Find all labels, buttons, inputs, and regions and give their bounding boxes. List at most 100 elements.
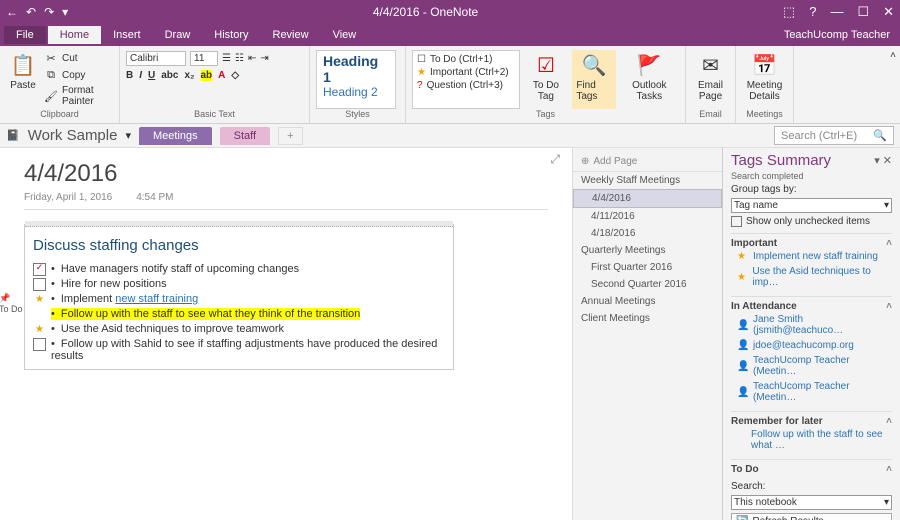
page-canvas[interactable]: 4/4/2016 Friday, April 1, 20164:54 PM Di… bbox=[0, 148, 572, 520]
page-group[interactable]: Annual Meetings bbox=[573, 293, 722, 310]
numbering-icon[interactable]: ☷ bbox=[235, 53, 244, 64]
tag-gallery[interactable]: ☐To Do (Ctrl+1) ★Important (Ctrl+2) ?Que… bbox=[412, 50, 520, 109]
page-title[interactable]: 4/4/2016 bbox=[24, 160, 548, 188]
note-item[interactable]: ★Use the Asid techniques to improve team… bbox=[33, 322, 445, 337]
add-page-button[interactable]: ⊕Add Page bbox=[573, 152, 722, 172]
fullscreen-icon[interactable]: ⤢ bbox=[550, 152, 560, 167]
page-item[interactable]: 4/4/2016 bbox=[573, 189, 722, 208]
refresh-results-button[interactable]: 🔄Refresh Results bbox=[731, 513, 892, 520]
note-item[interactable]: Follow up with the staff to see what the… bbox=[33, 307, 445, 322]
page-group[interactable]: Weekly Staff Meetings bbox=[573, 172, 722, 189]
tab-review[interactable]: Review bbox=[261, 26, 321, 44]
email-page-button[interactable]: ✉Email Page bbox=[692, 50, 729, 109]
ribbon-options-icon[interactable]: ⬚ bbox=[783, 4, 795, 20]
italic-button[interactable]: I bbox=[139, 70, 142, 81]
page-item[interactable]: First Quarter 2016 bbox=[573, 259, 722, 276]
page-group[interactable]: Client Meetings bbox=[573, 310, 722, 327]
note-heading[interactable]: Discuss staffing changes bbox=[33, 237, 445, 254]
section-tab-staff[interactable]: Staff bbox=[220, 127, 270, 145]
tag-section-header[interactable]: Remember for later˄ bbox=[731, 411, 892, 427]
note-item[interactable]: Follow up with Sahid to see if staffing … bbox=[33, 337, 445, 363]
notebook-name[interactable]: Work Sample bbox=[28, 127, 118, 144]
close-icon[interactable]: ✕ bbox=[883, 4, 894, 20]
styles-gallery[interactable]: Heading 1 Heading 2 bbox=[316, 50, 396, 109]
help-icon[interactable]: ? bbox=[809, 4, 816, 20]
page-item[interactable]: 4/18/2016 bbox=[573, 225, 722, 242]
todo-tag-button[interactable]: ☑To Do Tag bbox=[524, 50, 569, 109]
notebook-icon[interactable]: 📓 bbox=[6, 129, 20, 142]
note-item[interactable]: 📌To Do★Implement new staff training bbox=[33, 292, 445, 307]
search-input[interactable]: Search (Ctrl+E)🔍 bbox=[774, 126, 894, 145]
tag-section-header[interactable]: To Do˄ bbox=[731, 459, 892, 475]
tag-result-icon: ★ bbox=[737, 272, 748, 283]
checkbox-icon[interactable] bbox=[33, 278, 46, 291]
paste-icon: 📋 bbox=[10, 52, 36, 78]
page-group[interactable]: Quarterly Meetings bbox=[573, 242, 722, 259]
copy-button[interactable]: ⧉Copy bbox=[44, 67, 113, 83]
back-icon[interactable]: ← bbox=[6, 5, 18, 19]
user-label[interactable]: TeachUcomp Teacher bbox=[784, 29, 900, 41]
pane-dropdown-icon[interactable]: ▾ bbox=[874, 155, 880, 167]
file-tab[interactable]: File bbox=[4, 26, 46, 44]
container-handle[interactable] bbox=[25, 221, 453, 227]
tag-section-header[interactable]: In Attendance˄ bbox=[731, 296, 892, 312]
font-size-select[interactable]: 11 bbox=[190, 51, 218, 66]
scope-select[interactable]: This notebook ▾ bbox=[731, 495, 892, 510]
find-tags-button[interactable]: 🔍Find Tags bbox=[572, 50, 615, 109]
tag-result[interactable]: 👤TeachUcomp Teacher (Meetin… bbox=[731, 379, 892, 405]
maximize-icon[interactable]: ☐ bbox=[857, 4, 869, 20]
cut-button[interactable]: ✂Cut bbox=[44, 50, 113, 66]
search-label: Search: bbox=[731, 481, 892, 492]
tag-result[interactable]: 👤Jane Smith (jsmith@teachuco… bbox=[731, 312, 892, 338]
tag-result[interactable]: Follow up with the staff to see what … bbox=[731, 427, 892, 453]
tab-history[interactable]: History bbox=[202, 26, 260, 44]
tab-draw[interactable]: Draw bbox=[153, 26, 203, 44]
page-item[interactable]: Second Quarter 2016 bbox=[573, 276, 722, 293]
tags-summary-pane: Tags Summary▾ ✕ Search completed Group t… bbox=[722, 148, 900, 520]
section-tab-meetings[interactable]: Meetings bbox=[139, 127, 212, 145]
tab-insert[interactable]: Insert bbox=[101, 26, 153, 44]
tab-home[interactable]: Home bbox=[48, 26, 101, 44]
tag-section-header[interactable]: Important˄ bbox=[731, 233, 892, 249]
add-section-button[interactable]: + bbox=[278, 127, 302, 145]
undo-icon[interactable]: ↶ bbox=[26, 5, 36, 19]
note-item[interactable]: Hire for new positions bbox=[33, 277, 445, 292]
paste-button[interactable]: 📋Paste bbox=[6, 50, 40, 109]
minimize-icon[interactable]: — bbox=[830, 4, 843, 20]
strike-button[interactable]: abc bbox=[161, 70, 178, 81]
titlebar: ← ↶ ↷ ▾ 4/4/2016 - OneNote ⬚ ? — ☐ ✕ bbox=[0, 0, 900, 24]
tab-view[interactable]: View bbox=[321, 26, 369, 44]
underline-button[interactable]: U bbox=[148, 70, 155, 81]
tag-result[interactable]: 👤TeachUcomp Teacher (Meetin… bbox=[731, 353, 892, 379]
note-container[interactable]: Discuss staffing changes Have managers n… bbox=[24, 224, 454, 370]
notebook-dropdown-icon[interactable]: ▾ bbox=[125, 129, 131, 142]
page-item[interactable]: 4/11/2016 bbox=[573, 208, 722, 225]
pane-close-icon[interactable]: ✕ bbox=[883, 155, 892, 167]
unchecked-checkbox[interactable] bbox=[731, 216, 742, 227]
groupby-select[interactable]: Tag name ▾ bbox=[731, 198, 892, 213]
tag-result[interactable]: ★Implement new staff training bbox=[731, 249, 892, 264]
fontcolor-button[interactable]: A bbox=[218, 70, 225, 81]
subscript-button[interactable]: x₂ bbox=[184, 70, 194, 81]
font-name-select[interactable]: Calibri bbox=[126, 51, 186, 66]
format-painter-button[interactable]: 🖌Format Painter bbox=[44, 84, 113, 108]
checkbox-icon[interactable] bbox=[33, 338, 46, 351]
tag-result[interactable]: ★Use the Asid techniques to imp… bbox=[731, 264, 892, 290]
outlook-tasks-button[interactable]: 🚩Outlook Tasks bbox=[620, 50, 679, 109]
clear-format-button[interactable]: ◇ bbox=[231, 70, 239, 81]
outdent-icon[interactable]: ⇥ bbox=[260, 53, 268, 64]
redo-icon[interactable]: ↷ bbox=[44, 5, 54, 19]
bullets-icon[interactable]: ☰ bbox=[222, 53, 231, 64]
bold-button[interactable]: B bbox=[126, 70, 133, 81]
tag-result-icon: 👤 bbox=[737, 387, 749, 398]
copy-icon: ⧉ bbox=[44, 68, 58, 82]
note-item[interactable]: Have managers notify staff of upcoming c… bbox=[33, 262, 445, 277]
meeting-details-button[interactable]: 📅Meeting Details bbox=[742, 50, 787, 109]
divider bbox=[24, 209, 548, 210]
indent-icon[interactable]: ⇤ bbox=[248, 53, 256, 64]
collapse-ribbon-icon[interactable]: ˄ bbox=[890, 50, 896, 61]
tag-result-icon: 👤 bbox=[737, 361, 749, 372]
tag-result[interactable]: 👤jdoe@teachucomp.org bbox=[731, 338, 892, 353]
checkbox-checked-icon[interactable] bbox=[33, 263, 46, 276]
highlight-button[interactable]: ab bbox=[201, 70, 213, 81]
